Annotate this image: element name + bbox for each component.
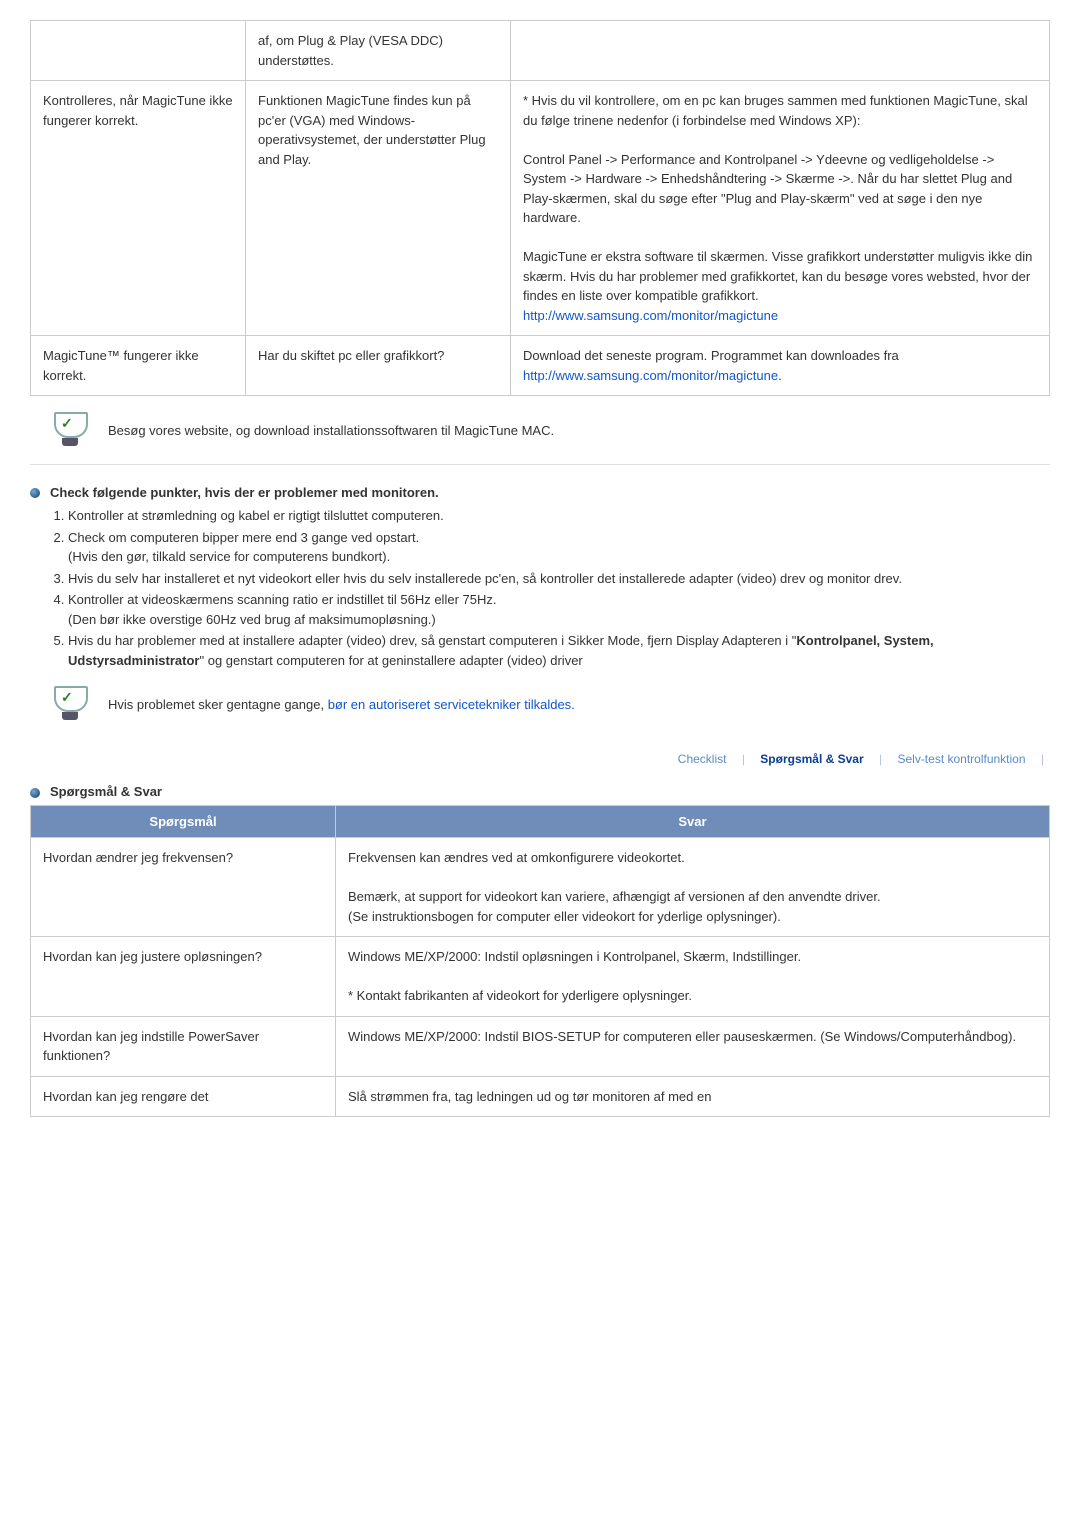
list-item: Kontroller at strømledning og kabel er r… [68, 506, 1050, 526]
qa-question: Hvordan kan jeg justere opløsningen? [31, 937, 336, 1017]
divider [30, 464, 1050, 465]
qa-question: Hvordan kan jeg rengøre det [31, 1076, 336, 1117]
cell: * Hvis du vil kontrollere, om en pc kan … [511, 81, 1050, 336]
qa-header-question: Spørgsmål [31, 806, 336, 838]
text: Bemærk, at support for videokort kan var… [348, 889, 881, 924]
qa-answer: Frekvensen kan ændres ved at omkonfigure… [336, 838, 1050, 937]
cell: Funktionen MagicTune findes kun på pc'er… [246, 81, 511, 336]
tab-qa[interactable]: Spørgsmål & Svar [754, 752, 869, 766]
text: Windows ME/XP/2000: Indstil opløsningen … [348, 949, 801, 964]
tab-divider: | [736, 752, 751, 766]
monitor-check-icon: ✓ [50, 686, 90, 722]
list-item: Check om computeren bipper mere end 3 ga… [68, 528, 1050, 567]
text: Frekvensen kan ændres ved at omkonfigure… [348, 850, 685, 865]
tab-checklist[interactable]: Checklist [672, 752, 733, 766]
cell [511, 21, 1050, 81]
cell: Kontrolleres, når MagicTune ikke fungere… [31, 81, 246, 336]
text: Hvis du har problemer med at installere … [68, 633, 796, 648]
text: * Kontakt fabrikanten af videokort for y… [348, 988, 692, 1003]
checklist-heading: Check følgende punkter, hvis der er prob… [50, 485, 439, 500]
qa-heading-row: Spørgsmål & Svar [30, 784, 1050, 799]
service-link[interactable]: bør en autoriseret servicetekniker tilka… [328, 697, 575, 712]
mac-download-note: ✓ Besøg vores website, og download insta… [50, 412, 1050, 448]
monitor-check-icon: ✓ [50, 412, 90, 448]
cell: af, om Plug & Play (VESA DDC) understøtt… [246, 21, 511, 81]
qa-header-answer: Svar [336, 806, 1050, 838]
cell [31, 21, 246, 81]
tab-divider: | [1035, 752, 1050, 766]
service-note: ✓ Hvis problemet sker gentagne gange, bø… [50, 686, 1050, 722]
tab-bar: Checklist | Spørgsmål & Svar | Selv-test… [30, 752, 1050, 766]
cell: MagicTune™ fungerer ikke korrekt. [31, 336, 246, 396]
text: * Hvis du vil kontrollere, om en pc kan … [523, 93, 1028, 128]
checklist-heading-row: Check følgende punkter, hvis der er prob… [30, 485, 1050, 500]
text: MagicTune er ekstra software til skærmen… [523, 249, 1032, 303]
qa-table: Spørgsmål Svar Hvordan ændrer jeg frekve… [30, 805, 1050, 1117]
bullet-icon [30, 788, 40, 798]
qa-heading: Spørgsmål & Svar [50, 784, 162, 799]
text: Control Panel -> Performance and Kontrol… [523, 152, 1012, 226]
qa-question: Hvordan ændrer jeg frekvensen? [31, 838, 336, 937]
qa-answer: Slå strømmen fra, tag ledningen ud og tø… [336, 1076, 1050, 1117]
note-text: Hvis problemet sker gentagne gange, [108, 697, 328, 712]
list-item: Kontroller at videoskærmens scanning rat… [68, 590, 1050, 629]
cell: Har du skiftet pc eller grafikkort? [246, 336, 511, 396]
magictune-troubleshoot-table: af, om Plug & Play (VESA DDC) understøtt… [30, 20, 1050, 396]
tab-selftest[interactable]: Selv-test kontrolfunktion [891, 752, 1031, 766]
list-item: Hvis du har problemer med at installere … [68, 631, 1050, 670]
qa-question: Hvordan kan jeg indstille PowerSaver fun… [31, 1016, 336, 1076]
qa-answer: Windows ME/XP/2000: Indstil opløsningen … [336, 937, 1050, 1017]
text: " og genstart computeren for at geninsta… [199, 653, 582, 668]
text: Download det seneste program. Programmet… [523, 348, 899, 363]
checklist: Kontroller at strømledning og kabel er r… [48, 506, 1050, 670]
list-item: Hvis du selv har installeret et nyt vide… [68, 569, 1050, 589]
magictune-link[interactable]: http://www.samsung.com/monitor/magictune [523, 308, 778, 323]
cell: Download det seneste program. Programmet… [511, 336, 1050, 396]
qa-answer: Windows ME/XP/2000: Indstil BIOS-SETUP f… [336, 1016, 1050, 1076]
bullet-icon [30, 488, 40, 498]
tab-divider: | [873, 752, 888, 766]
magictune-link[interactable]: http://www.samsung.com/monitor/magictune [523, 368, 778, 383]
note-text: Besøg vores website, og download install… [108, 423, 554, 438]
